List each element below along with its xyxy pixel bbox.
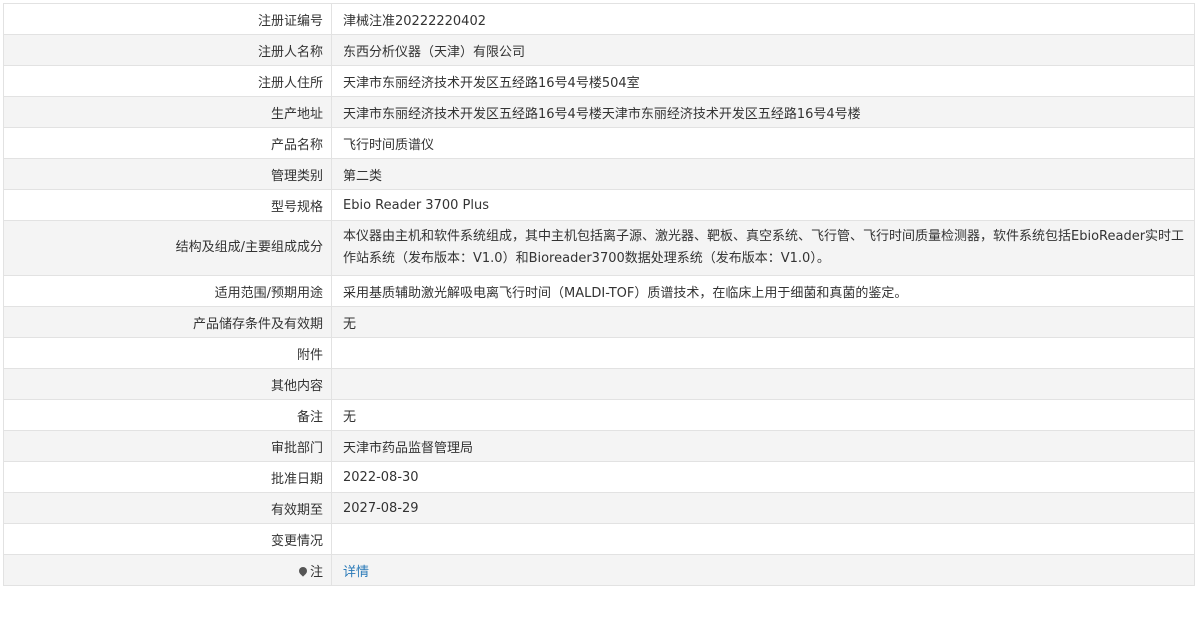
table-row: 注册证编号 津械注准20222220402: [3, 3, 1195, 35]
row-label: 审批部门: [3, 430, 332, 462]
table-row: 有效期至 2027-08-29: [3, 492, 1195, 524]
note-label-cell: 注: [3, 554, 332, 586]
table-row: 产品储存条件及有效期 无: [3, 306, 1195, 338]
table-row: 批准日期 2022-08-30: [3, 461, 1195, 493]
row-value: Ebio Reader 3700 Plus: [331, 189, 1195, 221]
registration-detail-table: 注册证编号 津械注准20222220402 注册人名称 东西分析仪器（天津）有限…: [3, 3, 1195, 586]
table-row: 管理类别 第二类: [3, 158, 1195, 190]
row-value: 天津市东丽经济技术开发区五经路16号4号楼天津市东丽经济技术开发区五经路16号4…: [331, 96, 1195, 128]
row-value: [331, 523, 1195, 555]
table-row: 注册人住所 天津市东丽经济技术开发区五经路16号4号楼504室: [3, 65, 1195, 97]
row-value: 无: [331, 399, 1195, 431]
note-label: 注: [309, 564, 323, 580]
table-row: 生产地址 天津市东丽经济技术开发区五经路16号4号楼天津市东丽经济技术开发区五经…: [3, 96, 1195, 128]
row-value: 2022-08-30: [331, 461, 1195, 493]
table-row: 结构及组成/主要组成成分 本仪器由主机和软件系统组成，其中主机包括离子源、激光器…: [3, 220, 1195, 276]
details-link[interactable]: 详情: [343, 565, 369, 580]
table-row: 产品名称 飞行时间质谱仪: [3, 127, 1195, 159]
row-label: 备注: [3, 399, 332, 431]
row-label: 附件: [3, 337, 332, 369]
table-row: 注册人名称 东西分析仪器（天津）有限公司: [3, 34, 1195, 66]
row-value: 天津市药品监督管理局: [331, 430, 1195, 462]
row-value: 无: [331, 306, 1195, 338]
row-label: 管理类别: [3, 158, 332, 190]
row-label: 型号规格: [3, 189, 332, 221]
pin-icon: [297, 564, 309, 577]
row-value: 2027-08-29: [331, 492, 1195, 524]
row-value: 第二类: [331, 158, 1195, 190]
table-row: 型号规格 Ebio Reader 3700 Plus: [3, 189, 1195, 221]
row-value: 东西分析仪器（天津）有限公司: [331, 34, 1195, 66]
row-label: 生产地址: [3, 96, 332, 128]
row-label: 产品储存条件及有效期: [3, 306, 332, 338]
row-label: 产品名称: [3, 127, 332, 159]
row-label: 其他内容: [3, 368, 332, 400]
table-row: 审批部门 天津市药品监督管理局: [3, 430, 1195, 462]
row-value: 天津市东丽经济技术开发区五经路16号4号楼504室: [331, 65, 1195, 97]
row-label: 注册人名称: [3, 34, 332, 66]
row-label: 批准日期: [3, 461, 332, 493]
note-value-cell: 详情: [331, 554, 1195, 586]
row-label: 变更情况: [3, 523, 332, 555]
row-label: 适用范围/预期用途: [3, 275, 332, 307]
row-value: [331, 368, 1195, 400]
row-label: 注册人住所: [3, 65, 332, 97]
row-value: 采用基质辅助激光解吸电离飞行时间（MALDI-TOF）质谱技术，在临床上用于细菌…: [331, 275, 1195, 307]
row-label: 注册证编号: [3, 3, 332, 35]
row-value: 津械注准20222220402: [331, 3, 1195, 35]
table-row: 变更情况: [3, 523, 1195, 555]
row-value: 本仪器由主机和软件系统组成，其中主机包括离子源、激光器、靶板、真空系统、飞行管、…: [331, 220, 1195, 276]
table-row: 备注 无: [3, 399, 1195, 431]
row-label: 有效期至: [3, 492, 332, 524]
row-value: 飞行时间质谱仪: [331, 127, 1195, 159]
row-label: 结构及组成/主要组成成分: [3, 220, 332, 276]
table-row: 其他内容: [3, 368, 1195, 400]
table-row: 适用范围/预期用途 采用基质辅助激光解吸电离飞行时间（MALDI-TOF）质谱技…: [3, 275, 1195, 307]
note-row: 注 详情: [3, 554, 1195, 586]
row-value: [331, 337, 1195, 369]
table-row: 附件: [3, 337, 1195, 369]
